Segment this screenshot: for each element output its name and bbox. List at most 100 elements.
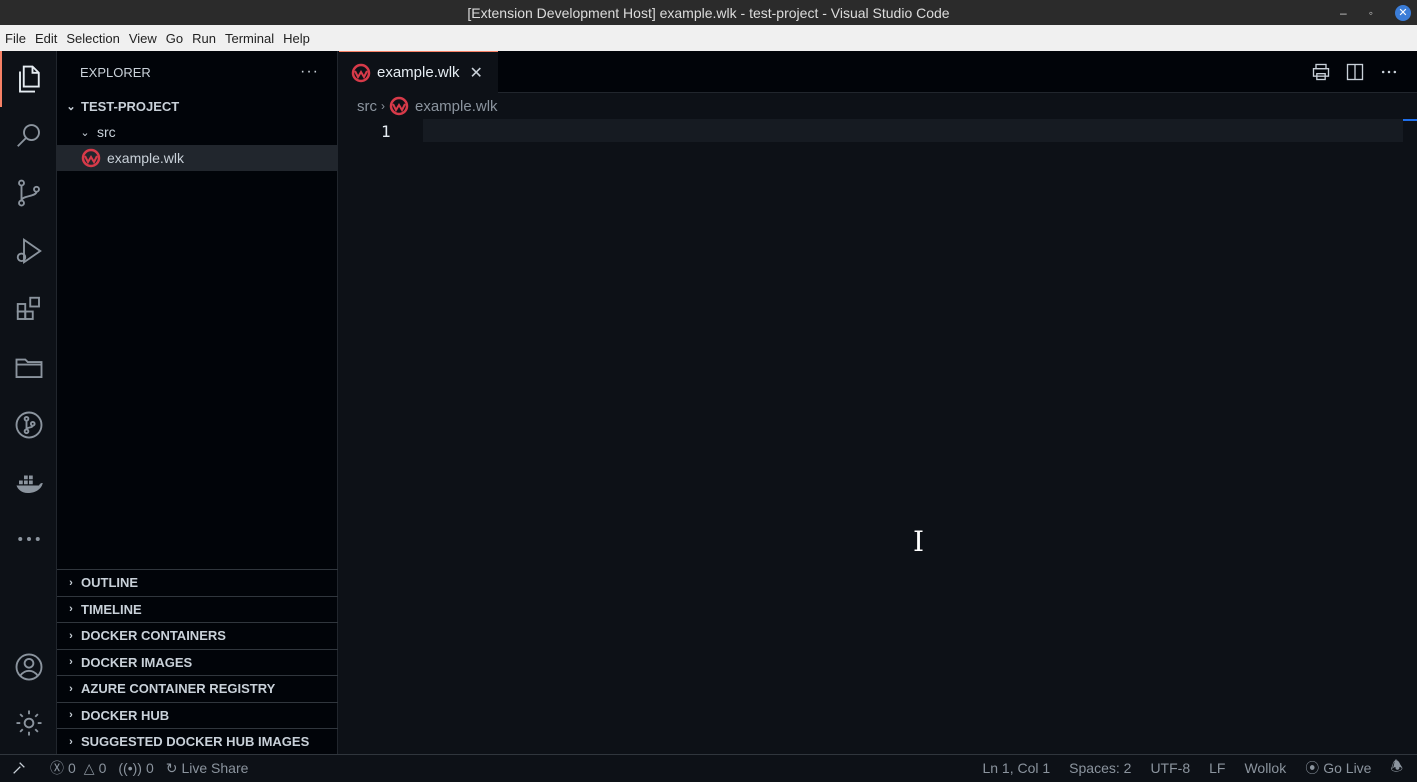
breadcrumb-folder[interactable]: src: [357, 98, 377, 115]
breadcrumb-file[interactable]: example.wlk: [415, 98, 498, 115]
menu-bar: File Edit Selection View Go Run Terminal…: [0, 25, 1417, 51]
folder-name: src: [97, 124, 116, 140]
chevron-right-icon: ›: [69, 735, 73, 748]
window-title: [Extension Development Host] example.wlk…: [467, 4, 950, 21]
panel-title: AZURE CONTAINER REGISTRY: [81, 681, 276, 697]
panel-title: SUGGESTED DOCKER HUB IMAGES: [81, 734, 310, 750]
restore-icon[interactable]: ◦: [1369, 6, 1373, 20]
panel-suggested-docker-hub-images[interactable]: › SUGGESTED DOCKER HUB IMAGES: [57, 728, 338, 755]
language-mode[interactable]: Wollok: [1244, 760, 1286, 776]
menu-help[interactable]: Help: [283, 31, 310, 46]
minimize-icon[interactable]: –: [1340, 6, 1347, 20]
menu-view[interactable]: View: [129, 31, 157, 46]
scrollbar-marker: [1403, 119, 1417, 121]
broadcast-icon: ((•)): [118, 760, 142, 776]
chevron-right-icon: ›: [69, 656, 73, 669]
warning-icon: △: [83, 759, 95, 776]
git-graph-icon[interactable]: [0, 397, 57, 453]
menu-terminal[interactable]: Terminal: [225, 31, 274, 46]
explorer-icon[interactable]: [0, 51, 57, 107]
text-cursor-icon: I: [913, 525, 925, 558]
settings-gear-icon[interactable]: [0, 695, 57, 751]
live-share-button[interactable]: ↻ Live Share: [166, 760, 249, 777]
explorer-title: EXPLORER: [80, 64, 151, 80]
tab-example-wlk[interactable]: example.wlk ✕: [339, 51, 498, 93]
wollok-file-icon: [351, 63, 371, 82]
go-live-button[interactable]: ⦿ Go Live: [1305, 758, 1371, 778]
line-number: 1: [381, 122, 391, 141]
extensions-icon[interactable]: [0, 281, 57, 337]
file-row-example[interactable]: example.wlk: [57, 145, 337, 171]
warning-count: 0: [98, 760, 107, 776]
activity-bar: [0, 51, 57, 754]
end-of-line[interactable]: LF: [1209, 760, 1225, 776]
print-icon[interactable]: [1311, 62, 1331, 82]
split-editor-icon[interactable]: [1345, 62, 1365, 82]
close-window-icon[interactable]: ✕: [1395, 4, 1411, 21]
panel-title: DOCKER HUB: [81, 707, 170, 723]
wollok-file-icon: [81, 148, 101, 168]
menu-edit[interactable]: Edit: [35, 31, 57, 46]
chevron-down-icon: ⌄: [80, 126, 90, 139]
editor-actions: [1311, 51, 1399, 93]
panel-docker-hub[interactable]: › DOCKER HUB: [57, 701, 338, 729]
source-control-icon[interactable]: [0, 165, 57, 221]
project-folder-row[interactable]: ⌄ TEST-PROJECT: [57, 93, 337, 119]
docker-icon[interactable]: [0, 455, 57, 511]
panel-outline[interactable]: › OUTLINE: [57, 569, 338, 596]
panel-title: DOCKER CONTAINERS: [81, 628, 226, 644]
current-line-highlight: [423, 119, 1403, 142]
breadcrumb: src › example.wlk: [339, 93, 1417, 119]
ports-count: 0: [145, 760, 154, 776]
cursor-position[interactable]: Ln 1, Col 1: [982, 760, 1050, 776]
broadcast-icon: ⦿: [1305, 760, 1320, 776]
code-area[interactable]: 1: [339, 119, 1417, 149]
window-controls: – ◦ ✕: [1340, 0, 1411, 25]
live-share-icon: ↻: [165, 759, 178, 776]
menu-go[interactable]: Go: [166, 31, 183, 46]
panel-title: OUTLINE: [81, 575, 139, 591]
chevron-right-icon: ›: [69, 576, 73, 589]
wollok-file-icon: [389, 96, 409, 116]
run-debug-icon[interactable]: [0, 223, 57, 279]
explorer-header: EXPLORER ···: [57, 51, 337, 93]
status-right: Ln 1, Col 1 Spaces: 2 UTF-8 LF Wollok ⦿ …: [982, 755, 1403, 781]
more-actions-icon[interactable]: ···: [300, 63, 319, 81]
chevron-right-icon: ›: [69, 603, 73, 616]
panel-timeline[interactable]: › TIMELINE: [57, 595, 338, 623]
error-icon: Ⓧ: [50, 760, 64, 776]
search-icon[interactable]: [0, 107, 57, 163]
problems-indicator[interactable]: Ⓧ 0 △ 0: [50, 758, 106, 778]
panel-azure-container-registry[interactable]: › AZURE CONTAINER REGISTRY: [57, 675, 338, 702]
src-folder-row[interactable]: ⌄ src: [57, 119, 337, 145]
title-bar: [Extension Development Host] example.wlk…: [0, 0, 1417, 25]
panel-docker-images[interactable]: › DOCKER IMAGES: [57, 648, 338, 676]
menu-run[interactable]: Run: [192, 31, 216, 46]
panel-docker-containers[interactable]: › DOCKER CONTAINERS: [57, 622, 338, 649]
more-actions-icon[interactable]: [1379, 62, 1399, 82]
more-icon[interactable]: [0, 511, 57, 567]
remote-icon[interactable]: [0, 755, 38, 782]
notifications-bell-icon[interactable]: 🕭: [1390, 756, 1403, 780]
encoding[interactable]: UTF-8: [1150, 760, 1190, 776]
chevron-right-icon: ›: [69, 629, 73, 642]
status-bar: Ⓧ 0 △ 0 ((•)) 0 ↻ Live Share Ln 1, Col 1…: [0, 754, 1417, 781]
ports-indicator[interactable]: ((•)) 0: [118, 760, 153, 776]
menu-selection[interactable]: Selection: [66, 31, 119, 46]
folders-icon[interactable]: [0, 339, 57, 395]
file-name: example.wlk: [107, 150, 185, 166]
project-name: TEST-PROJECT: [81, 98, 180, 114]
accounts-icon[interactable]: [0, 639, 57, 695]
panel-title: TIMELINE: [81, 601, 142, 617]
go-live-label: Go Live: [1323, 760, 1372, 776]
tab-bar: example.wlk ✕: [339, 51, 1417, 93]
error-count: 0: [68, 760, 76, 776]
chevron-right-icon: ›: [69, 682, 73, 695]
live-share-label: Live Share: [181, 760, 249, 776]
chevron-right-icon: ›: [381, 99, 385, 113]
menu-file[interactable]: File: [5, 31, 26, 46]
indentation[interactable]: Spaces: 2: [1069, 760, 1131, 776]
close-tab-icon[interactable]: ✕: [470, 63, 483, 83]
tab-label: example.wlk: [377, 64, 460, 81]
chevron-right-icon: ›: [69, 709, 73, 722]
